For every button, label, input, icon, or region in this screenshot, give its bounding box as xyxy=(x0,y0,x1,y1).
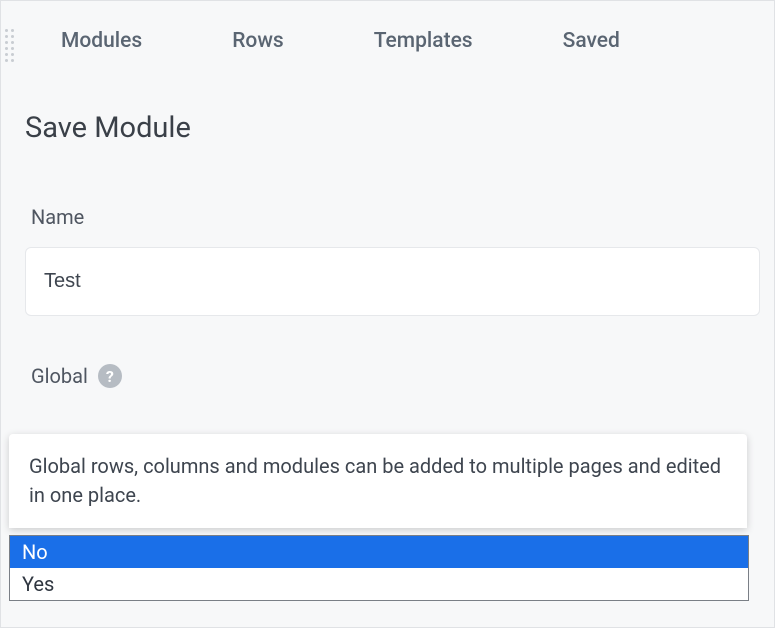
global-dropdown[interactable]: No Yes xyxy=(9,535,749,601)
name-input[interactable] xyxy=(25,247,760,316)
drag-handle-icon[interactable] xyxy=(5,29,14,62)
name-label: Name xyxy=(31,205,762,229)
global-label-row: Global ? xyxy=(31,364,762,388)
save-module-form: Name Global ? xyxy=(1,145,774,388)
global-section: Global ? xyxy=(25,364,762,388)
global-label: Global xyxy=(31,364,88,388)
tab-modules[interactable]: Modules xyxy=(61,29,142,71)
global-tooltip: Global rows, columns and modules can be … xyxy=(9,434,747,528)
help-icon[interactable]: ? xyxy=(98,364,122,388)
tab-templates[interactable]: Templates xyxy=(374,29,473,71)
tab-rows[interactable]: Rows xyxy=(232,29,284,71)
tab-saved[interactable]: Saved xyxy=(563,29,620,71)
save-module-panel: Modules Rows Templates Saved Save Module… xyxy=(0,0,775,628)
page-title: Save Module xyxy=(1,71,774,145)
global-option-no[interactable]: No xyxy=(10,536,748,568)
global-option-yes[interactable]: Yes xyxy=(10,568,748,600)
tab-bar: Modules Rows Templates Saved xyxy=(1,1,774,71)
